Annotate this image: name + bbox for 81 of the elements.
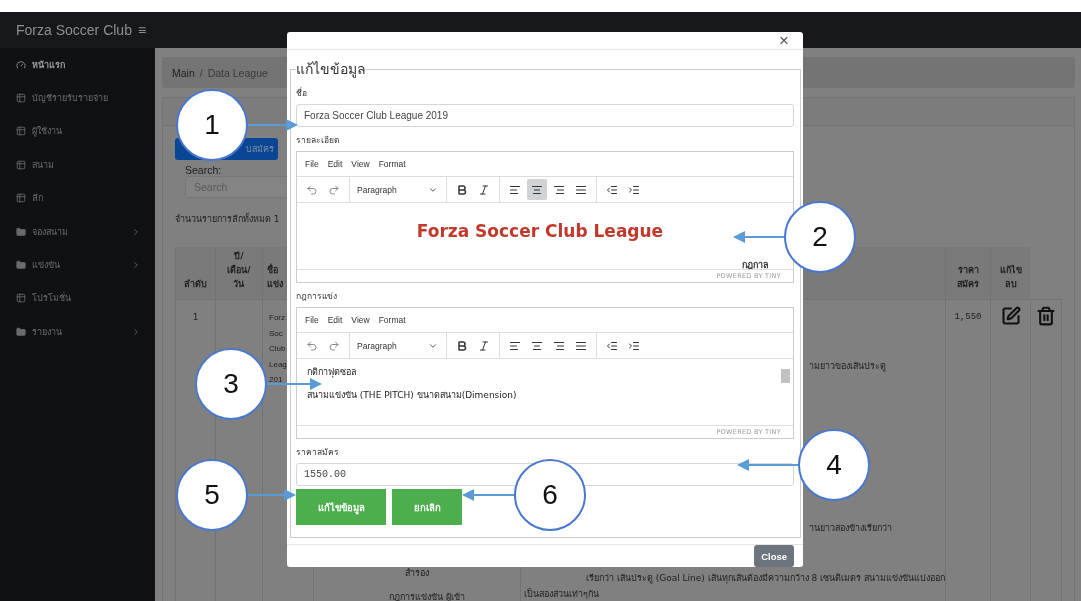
- field-label: รายละเอียด: [296, 134, 341, 147]
- table-icon: [16, 193, 26, 204]
- table-cell-text: ามยาวของเส้นประตู: [809, 360, 886, 374]
- table-cell-text: 1,550: [954, 311, 982, 324]
- chevron-icon: [131, 326, 141, 337]
- align-center-icon[interactable]: [527, 179, 547, 200]
- table-cell-text: เป็นสองส่วนเท่าๆกัน: [524, 587, 599, 601]
- callout-arrow: [266, 378, 322, 390]
- form-legend: แก้ไขข้อมูล: [296, 58, 366, 80]
- content-text: สนามแข่งขัน (THE PITCH) ขนาดสนาม(Dimension): [307, 389, 518, 402]
- app-title: Forza Soccer Club: [16, 22, 132, 38]
- sidebar-item[interactable]: รายงาน: [0, 315, 155, 349]
- menu-item[interactable]: File: [305, 159, 319, 169]
- sidebar-item[interactable]: จองสนาม: [0, 214, 155, 249]
- column-header: ปี/ เดือน/ วัน: [215, 247, 262, 299]
- sidebar-label: หน้าแรก: [32, 58, 66, 72]
- table-cell-text: สำรอง: [405, 567, 429, 580]
- name-field[interactable]: Forza Soccer Club League 2019: [296, 104, 794, 127]
- table-icon: [16, 159, 26, 170]
- menu-item[interactable]: Format: [378, 159, 406, 169]
- sidebar-label: ลีก: [32, 192, 44, 206]
- sidebar-item[interactable]: แข่งขัน: [0, 248, 155, 282]
- sidebar-item[interactable]: สนาม: [0, 148, 155, 182]
- sidebar-label: จองสนาม: [32, 225, 69, 239]
- sidebar-item[interactable]: โปรโมชั่น: [0, 281, 155, 316]
- content-text: กติกาฟุตซอล: [307, 366, 358, 379]
- table-cell-text: กฎการแข่งขัน ผู้เข้า: [388, 590, 465, 601]
- folder-icon: [16, 260, 26, 271]
- table-cell-text: 1: [192, 311, 199, 324]
- table-cell-text: Soc: [269, 327, 283, 340]
- sidebar-label: แข่งขัน: [32, 259, 61, 273]
- field-label: ชื่อ: [296, 86, 308, 100]
- close-button[interactable]: Close: [754, 545, 794, 567]
- table-icon: [16, 93, 26, 104]
- search-label: Search:: [185, 164, 222, 176]
- sidebar-item[interactable]: บัญชีรายรับรายจ่าย: [0, 81, 155, 115]
- sidebar-label: บัญชีรายรับรายจ่าย: [32, 92, 109, 106]
- format-select[interactable]: Paragraph: [355, 335, 441, 356]
- menu-item[interactable]: Edit: [327, 315, 343, 325]
- sidebar-label: โปรโมชั่น: [32, 291, 72, 306]
- table-icon: [16, 126, 26, 137]
- sidebar-item[interactable]: ผู้ใช้งาน: [0, 114, 155, 149]
- gauge-icon: [16, 59, 26, 70]
- column-header: แก้ไข ลบ: [990, 247, 1030, 299]
- sidebar-item[interactable]: หน้าแรก: [0, 48, 155, 82]
- table-cell-text: เรียกว่า เส้นประตู (Goal Line) เส้นทุกเส้นต้องมีความกว้าง 8 เซนติเมตร สนามแข่งขันแบ่งออก: [585, 572, 945, 586]
- chevron-icon: [131, 260, 141, 271]
- format-select[interactable]: Paragraph: [355, 179, 441, 200]
- table-cell-text: Club: [269, 343, 286, 355]
- callout-arrow: [247, 489, 296, 501]
- edit-icon[interactable]: [1000, 306, 1021, 326]
- folder-icon: [16, 226, 26, 237]
- folder-icon: [16, 326, 26, 337]
- sidebar-label: ผู้ใช้งาน: [32, 125, 63, 139]
- sidebar-label: สนาม: [32, 158, 55, 172]
- table-cell-text: Forz: [269, 312, 285, 324]
- table-cell-text: 201: [269, 374, 283, 386]
- table-cell-text: านยาวสองข้างเรียกว่า: [809, 521, 892, 535]
- menu-item[interactable]: View: [351, 315, 370, 325]
- summary-text: จำนวนรายการลีกทั้งหมด 1: [175, 212, 280, 226]
- callout-arrow: [247, 119, 298, 131]
- menu-item[interactable]: Edit: [327, 159, 343, 169]
- breadcrumb-separator: /: [199, 66, 203, 79]
- menu-item[interactable]: Format: [378, 315, 406, 325]
- column-header: ลำดับ: [175, 247, 215, 299]
- chevron-icon: [131, 226, 141, 237]
- callout-arrow: [733, 231, 785, 243]
- table-cell-text: Leag: [269, 358, 287, 371]
- breadcrumb-link[interactable]: Main: [172, 66, 195, 79]
- callout-arrow: [462, 489, 515, 501]
- field-label: ราคาสมัคร: [296, 446, 340, 459]
- sidebar-item[interactable]: ลีก: [0, 181, 155, 215]
- trash-icon[interactable]: [1036, 306, 1056, 326]
- menu-toggle[interactable]: ≡: [137, 22, 147, 38]
- sidebar-label: รายงาน: [32, 325, 63, 339]
- column-header: ราคา สมัคร: [945, 247, 990, 299]
- menu-item[interactable]: View: [351, 159, 370, 169]
- content-heading: Forza Soccer Club League: [416, 221, 664, 241]
- callout-arrow: [737, 459, 799, 471]
- menu-item[interactable]: File: [305, 315, 319, 325]
- table-icon: [16, 293, 26, 304]
